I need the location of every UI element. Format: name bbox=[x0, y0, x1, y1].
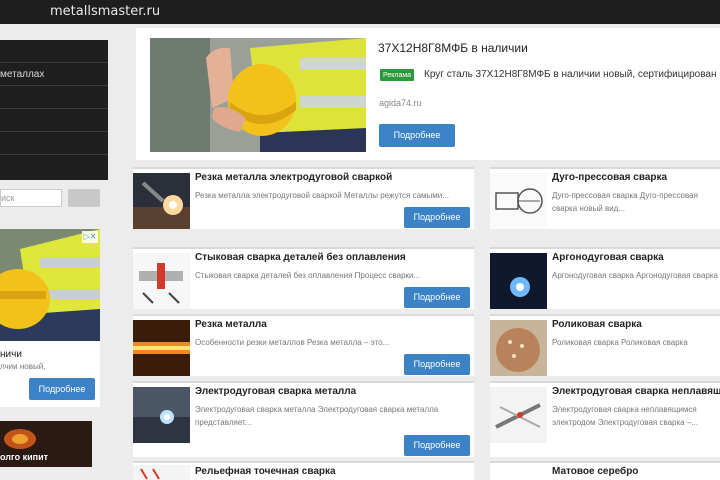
article-thumbnail[interactable] bbox=[133, 253, 190, 309]
article-title[interactable]: Резка металла bbox=[195, 319, 267, 330]
article-card[interactable]: Роликовая сварка Роликовая сварка Ролико… bbox=[490, 314, 720, 376]
article-thumbnail[interactable] bbox=[490, 253, 547, 309]
article-card[interactable]: Стыковая сварка деталей без оплавления С… bbox=[133, 247, 474, 309]
sidebar-item[interactable] bbox=[0, 86, 108, 109]
article-title[interactable]: Стыковая сварка деталей без оплавления bbox=[195, 252, 406, 263]
article-thumbnail[interactable] bbox=[133, 465, 190, 480]
article-title[interactable]: Электродуговая сварка металла bbox=[195, 386, 356, 397]
sidebar-item[interactable]: металлах bbox=[0, 63, 108, 86]
article-excerpt: Стыковая сварка деталей без оплавления П… bbox=[195, 271, 421, 280]
article-details-button[interactable]: Подробнее bbox=[404, 435, 470, 456]
article-title[interactable]: Аргонодуговая сварка bbox=[552, 252, 664, 263]
top-ad-details-button[interactable]: Подробнее bbox=[379, 124, 455, 147]
article-excerpt: Аргонодуговая сварка Аргонодуговая сварк… bbox=[552, 271, 718, 280]
article-title[interactable]: Резка металла электродуговой сваркой bbox=[195, 172, 392, 183]
top-ad-text[interactable]: Круг сталь 37Х12Н8Г8МФБ в наличии новый,… bbox=[424, 69, 716, 80]
article-details-button[interactable]: Подробнее bbox=[404, 207, 470, 228]
article-card[interactable]: Аргонодуговая сварка Аргонодуговая сварк… bbox=[490, 247, 720, 309]
ad-badge: Реклама bbox=[380, 69, 415, 81]
article-card[interactable]: Резка металла электродуговой сваркой Рез… bbox=[133, 167, 474, 229]
top-ad-title[interactable]: 37Х12Н8Г8МФБ в наличии bbox=[378, 41, 528, 55]
top-ad-image[interactable] bbox=[150, 38, 366, 152]
article-card[interactable]: Матовое серебро bbox=[490, 461, 720, 480]
article-details-button[interactable]: Подробнее bbox=[404, 287, 470, 308]
article-thumbnail[interactable] bbox=[490, 465, 547, 480]
close-icon[interactable]: ▷✕ bbox=[82, 231, 98, 243]
article-thumbnail[interactable] bbox=[133, 173, 190, 229]
article-excerpt: Роликовая сварка Роликовая сварка bbox=[552, 338, 688, 347]
article-card[interactable]: Дуго-прессовая сварка Дуго-прессовая сва… bbox=[490, 167, 720, 229]
search-button[interactable] bbox=[68, 189, 100, 207]
article-excerpt: Электродуговая сварка неплавящимся элект… bbox=[552, 405, 698, 427]
article-title[interactable]: Матовое серебро bbox=[552, 466, 638, 477]
side-ad-details-button[interactable]: Подробнее bbox=[29, 378, 95, 400]
side-thumbnail[interactable]: олго кипит bbox=[0, 421, 92, 467]
sidebar-item[interactable] bbox=[0, 109, 108, 132]
article-excerpt: Электродуговая сварка металла Электродуг… bbox=[195, 405, 439, 427]
side-ad-text: лчии новый, bbox=[0, 362, 46, 371]
side-thumbnail-label: олго кипит bbox=[0, 452, 49, 462]
article-excerpt: Дуго-прессовая сварка Дуго-прессовая сва… bbox=[552, 191, 698, 213]
article-card[interactable]: Резка металла Особенности резки металлов… bbox=[133, 314, 474, 376]
side-ad-title[interactable]: ничи bbox=[0, 349, 22, 360]
top-ad-domain[interactable]: agida74.ru bbox=[379, 98, 422, 108]
top-bar: metallsmaster.ru bbox=[0, 0, 720, 24]
article-thumbnail[interactable] bbox=[133, 320, 190, 376]
article-title[interactable]: Роликовая сварка bbox=[552, 319, 642, 330]
article-thumbnail[interactable] bbox=[133, 387, 190, 443]
article-thumbnail[interactable] bbox=[490, 320, 547, 376]
side-ad-image[interactable]: ▷✕ bbox=[0, 229, 100, 341]
sidebar-item[interactable] bbox=[0, 132, 108, 155]
article-title[interactable]: Рельефная точечная сварка bbox=[195, 466, 336, 477]
sidebar-menu: металлах bbox=[0, 40, 108, 180]
search-input[interactable]: иск bbox=[0, 189, 62, 207]
article-thumbnail[interactable] bbox=[490, 173, 547, 229]
article-thumbnail[interactable] bbox=[490, 387, 547, 443]
top-ad: 37Х12Н8Г8МФБ в наличии Реклама Круг стал… bbox=[136, 28, 720, 160]
article-card[interactable]: Электродуговая сварка металла Электродуг… bbox=[133, 381, 474, 457]
article-title[interactable]: Дуго-прессовая сварка bbox=[552, 172, 667, 183]
article-card[interactable]: Электродуговая сварка неплавящ Электроду… bbox=[490, 381, 720, 457]
site-name[interactable]: metallsmaster.ru bbox=[50, 4, 160, 19]
side-ad[interactable]: ▷✕ ничи лчии новый, Подробнее bbox=[0, 229, 100, 407]
article-excerpt: Резка металла электродуговой сваркой Мет… bbox=[195, 191, 449, 200]
article-details-button[interactable]: Подробнее bbox=[404, 354, 470, 375]
sidebar-item[interactable] bbox=[0, 40, 108, 63]
article-card[interactable]: Рельефная точечная сварка bbox=[133, 461, 474, 480]
article-excerpt: Особенности резки металлов Резка металла… bbox=[195, 338, 390, 347]
article-title[interactable]: Электродуговая сварка неплавящ bbox=[552, 386, 720, 397]
